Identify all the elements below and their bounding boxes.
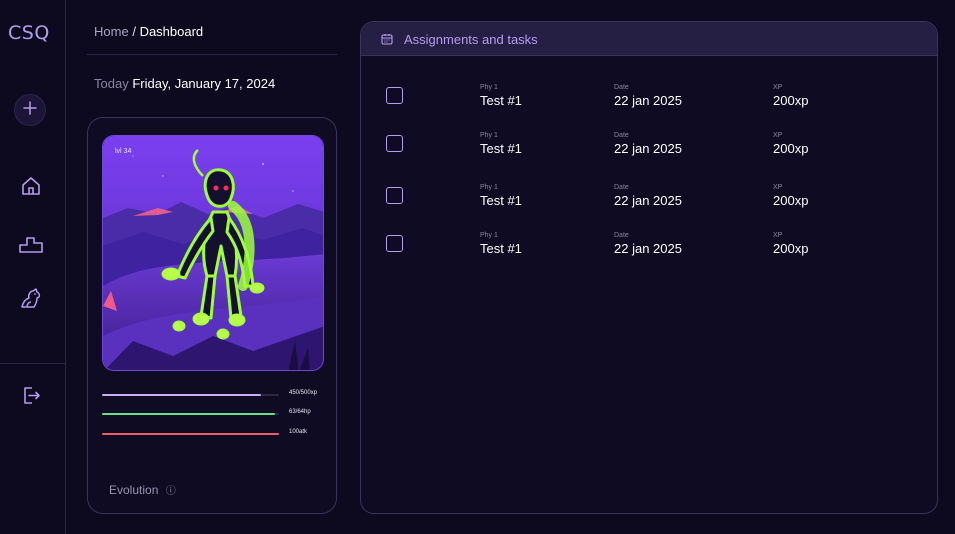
task-xp-label: XP xyxy=(773,132,783,139)
add-button[interactable] xyxy=(14,94,46,126)
task-date-cell: Date 22 jan 2025 xyxy=(614,184,682,208)
task-date: 22 jan 2025 xyxy=(614,93,682,108)
task-xp-cell: XP 200xp xyxy=(773,132,808,156)
task-subject-cell: Phy 1 Test #1 xyxy=(480,84,522,108)
evolution-label: Evolution xyxy=(109,483,159,497)
task-subject: Phy 1 xyxy=(480,84,498,91)
task-date-label: Date xyxy=(614,132,629,139)
logout-icon xyxy=(20,384,42,411)
app-logo[interactable]: CSQ xyxy=(8,22,50,44)
task-name: Test #1 xyxy=(480,193,522,208)
sidebar-divider xyxy=(0,363,66,364)
panel-title: Assignments and tasks xyxy=(404,32,538,47)
today-date: Today Friday, January 17, 2024 xyxy=(94,76,275,91)
hp-bar-fill xyxy=(102,413,276,415)
task-xp-cell: XP 200xp xyxy=(773,84,808,108)
task-date-label: Date xyxy=(614,84,629,91)
assignments-header: Assignments and tasks xyxy=(361,22,937,56)
xp-stat-label: 450/500xp xyxy=(289,390,318,396)
pet-card: lvl 34 450/500xp 63/64hp 100atk Evolutio… xyxy=(87,117,337,514)
sidebar-item-pet[interactable] xyxy=(16,285,46,315)
task-subject: Phy 1 xyxy=(480,184,498,191)
task-date: 22 jan 2025 xyxy=(614,241,682,256)
task-row[interactable]: Phy 1 Test #1 Date 22 jan 2025 XP 200xp xyxy=(361,132,937,166)
task-xp-cell: XP 200xp xyxy=(773,232,808,256)
task-date-label: Date xyxy=(614,232,629,239)
task-date-cell: Date 22 jan 2025 xyxy=(614,232,682,256)
breadcrumb-home[interactable]: Home xyxy=(94,24,129,39)
task-date: 22 jan 2025 xyxy=(614,141,682,156)
podium-icon xyxy=(19,232,43,259)
xp-bar-fill xyxy=(102,394,262,396)
task-date-cell: Date 22 jan 2025 xyxy=(614,84,682,108)
task-date-cell: Date 22 jan 2025 xyxy=(614,132,682,156)
atk-bar xyxy=(102,433,279,435)
logout-button[interactable] xyxy=(16,382,46,412)
evolution-section[interactable]: Evolution ⓘ xyxy=(109,482,176,497)
breadcrumb-current: Dashboard xyxy=(139,24,204,39)
atk-bar-fill xyxy=(102,433,279,435)
pet-image[interactable]: lvl 34 xyxy=(102,135,324,371)
task-subject-cell: Phy 1 Test #1 xyxy=(480,232,522,256)
task-row[interactable]: Phy 1 Test #1 Date 22 jan 2025 XP 200xp xyxy=(361,84,937,118)
pet-level: lvl 34 xyxy=(115,148,132,155)
breadcrumb: Home / Dashboard xyxy=(94,24,203,39)
atk-stat: 100atk xyxy=(102,429,327,439)
task-xp: 200xp xyxy=(773,141,809,156)
sidebar-item-leaderboard[interactable] xyxy=(16,230,46,260)
task-xp-cell: XP 200xp xyxy=(773,184,808,208)
task-row[interactable]: Phy 1 Test #1 Date 22 jan 2025 XP 200xp xyxy=(361,184,937,218)
task-date: 22 jan 2025 xyxy=(614,193,682,208)
task-checkbox[interactable] xyxy=(386,235,403,252)
task-name: Test #1 xyxy=(480,241,522,256)
today-label: Today xyxy=(94,76,129,91)
task-xp: 200xp xyxy=(773,193,809,208)
assignments-panel: Assignments and tasks Phy 1 Test #1 Date… xyxy=(360,21,938,514)
pet-icon xyxy=(19,286,43,315)
task-xp-label: XP xyxy=(773,184,783,191)
header-divider xyxy=(87,54,337,55)
today-value: Friday, January 17, 2024 xyxy=(132,76,276,91)
task-checkbox[interactable] xyxy=(386,187,403,204)
task-checkbox[interactable] xyxy=(386,135,403,152)
task-subject: Phy 1 xyxy=(480,132,498,139)
task-xp-label: XP xyxy=(773,232,783,239)
info-icon[interactable]: ⓘ xyxy=(166,486,176,497)
hp-stat: 63/64hp xyxy=(102,409,327,419)
task-name: Test #1 xyxy=(480,141,522,156)
atk-stat-label: 100atk xyxy=(289,429,308,435)
task-xp: 200xp xyxy=(773,241,809,256)
task-xp-label: XP xyxy=(773,84,783,91)
home-icon xyxy=(20,175,42,202)
sidebar-item-home[interactable] xyxy=(16,173,46,203)
plus-icon xyxy=(23,100,37,120)
task-subject: Phy 1 xyxy=(480,232,498,239)
xp-stat: 450/500xp xyxy=(102,390,327,400)
xp-bar xyxy=(102,394,279,396)
task-name: Test #1 xyxy=(480,93,522,108)
task-subject-cell: Phy 1 Test #1 xyxy=(480,132,522,156)
sidebar: CSQ xyxy=(0,0,66,534)
hp-bar xyxy=(102,413,279,415)
breadcrumb-separator: / xyxy=(132,24,136,39)
task-row[interactable]: Phy 1 Test #1 Date 22 jan 2025 XP 200xp xyxy=(361,232,937,266)
calendar-icon xyxy=(381,32,393,50)
task-checkbox[interactable] xyxy=(386,87,403,104)
task-xp: 200xp xyxy=(773,93,809,108)
hp-stat-label: 63/64hp xyxy=(289,409,311,415)
task-date-label: Date xyxy=(614,184,629,191)
task-subject-cell: Phy 1 Test #1 xyxy=(480,184,522,208)
